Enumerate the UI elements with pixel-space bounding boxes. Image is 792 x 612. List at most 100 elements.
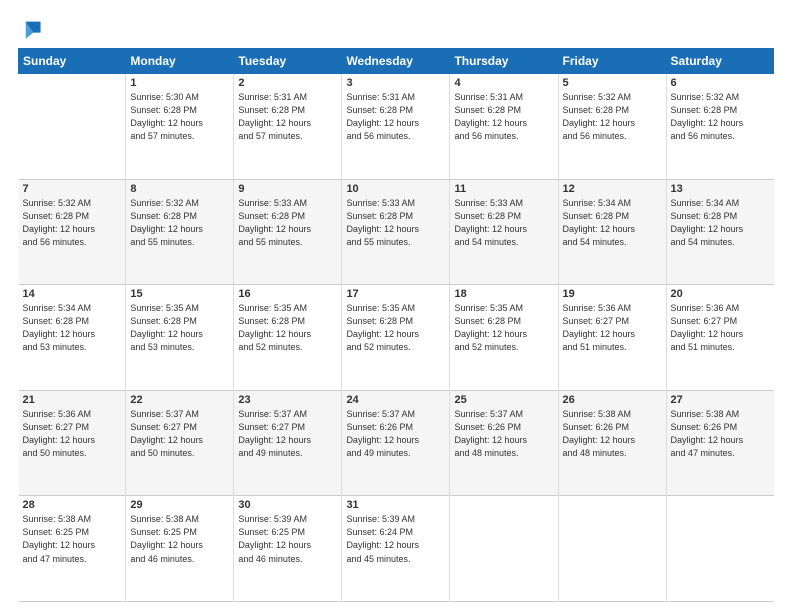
- calendar-cell: 16 Sunrise: 5:35 AMSunset: 6:28 PMDayligh…: [234, 285, 342, 391]
- day-info: Sunrise: 5:31 AMSunset: 6:28 PMDaylight:…: [238, 91, 337, 143]
- calendar-cell: 15 Sunrise: 5:35 AMSunset: 6:28 PMDayligh…: [126, 285, 234, 391]
- calendar-cell: 22 Sunrise: 5:37 AMSunset: 6:27 PMDayligh…: [126, 390, 234, 496]
- calendar-cell: 20Sunrise: 5:36 AMSunset: 6:27 PMDayligh…: [666, 285, 773, 391]
- day-number: 12: [563, 183, 662, 195]
- header-monday: Monday: [126, 49, 234, 74]
- calendar-cell: [666, 496, 773, 602]
- calendar-cell: 14Sunrise: 5:34 AMSunset: 6:28 PMDayligh…: [19, 285, 126, 391]
- day-number: 7: [23, 183, 122, 195]
- day-number: 27: [671, 394, 770, 406]
- day-info: Sunrise: 5:31 AMSunset: 6:28 PMDaylight:…: [454, 91, 553, 143]
- day-number: 18: [454, 288, 553, 300]
- day-number: 31: [346, 499, 445, 511]
- page-header: [18, 18, 774, 40]
- day-number: 2: [238, 77, 337, 89]
- calendar-week-3: 21 Sunrise: 5:36 AMSunset: 6:27 PMDayligh…: [19, 390, 774, 496]
- calendar-cell: 23Sunrise: 5:37 AMSunset: 6:27 PMDayligh…: [234, 390, 342, 496]
- day-info: Sunrise: 5:35 AMSunset: 6:28 PMDaylight:…: [238, 302, 337, 354]
- calendar-cell: 13 Sunrise: 5:34 AMSunset: 6:28 PMDayligh…: [666, 179, 773, 285]
- day-number: 11: [454, 183, 553, 195]
- calendar-cell: 26Sunrise: 5:38 AMSunset: 6:26 PMDayligh…: [558, 390, 666, 496]
- logo-icon: [20, 18, 42, 40]
- day-number: 22: [130, 394, 229, 406]
- day-info: Sunrise: 5:37 AMSunset: 6:26 PMDaylight:…: [454, 408, 553, 460]
- day-number: 21: [23, 394, 122, 406]
- calendar-cell: 6 Sunrise: 5:32 AMSunset: 6:28 PMDaylight…: [666, 74, 773, 180]
- calendar-cell: 25 Sunrise: 5:37 AMSunset: 6:26 PMDayligh…: [450, 390, 558, 496]
- day-info: Sunrise: 5:34 AMSunset: 6:28 PMDaylight:…: [563, 197, 662, 249]
- day-info: Sunrise: 5:39 AMSunset: 6:25 PMDaylight:…: [238, 513, 337, 565]
- calendar-week-4: 28Sunrise: 5:38 AMSunset: 6:25 PMDayligh…: [19, 496, 774, 602]
- day-number: 17: [346, 288, 445, 300]
- day-number: 6: [671, 77, 770, 89]
- day-number: 25: [454, 394, 553, 406]
- day-number: 5: [563, 77, 662, 89]
- calendar-cell: 17 Sunrise: 5:35 AMSunset: 6:28 PMDayligh…: [342, 285, 450, 391]
- calendar-header-row: SundayMondayTuesdayWednesdayThursdayFrid…: [19, 49, 774, 74]
- header-friday: Friday: [558, 49, 666, 74]
- day-info: Sunrise: 5:33 AMSunset: 6:28 PMDaylight:…: [238, 197, 337, 249]
- day-number: 16: [238, 288, 337, 300]
- calendar-cell: 1 Sunrise: 5:30 AMSunset: 6:28 PMDaylight…: [126, 74, 234, 180]
- day-info: Sunrise: 5:38 AMSunset: 6:26 PMDaylight:…: [671, 408, 770, 460]
- calendar-cell: 5 Sunrise: 5:32 AMSunset: 6:28 PMDaylight…: [558, 74, 666, 180]
- day-number: 29: [130, 499, 229, 511]
- header-thursday: Thursday: [450, 49, 558, 74]
- day-info: Sunrise: 5:36 AMSunset: 6:27 PMDaylight:…: [23, 408, 122, 460]
- calendar-week-1: 7 Sunrise: 5:32 AMSunset: 6:28 PMDaylight…: [19, 179, 774, 285]
- day-number: 8: [130, 183, 229, 195]
- calendar-cell: 12 Sunrise: 5:34 AMSunset: 6:28 PMDayligh…: [558, 179, 666, 285]
- calendar-cell: 21 Sunrise: 5:36 AMSunset: 6:27 PMDayligh…: [19, 390, 126, 496]
- day-info: Sunrise: 5:35 AMSunset: 6:28 PMDaylight:…: [130, 302, 229, 354]
- day-info: Sunrise: 5:35 AMSunset: 6:28 PMDaylight:…: [454, 302, 553, 354]
- header-tuesday: Tuesday: [234, 49, 342, 74]
- day-number: 4: [454, 77, 553, 89]
- day-number: 24: [346, 394, 445, 406]
- day-info: Sunrise: 5:30 AMSunset: 6:28 PMDaylight:…: [130, 91, 229, 143]
- day-info: Sunrise: 5:33 AMSunset: 6:28 PMDaylight:…: [346, 197, 445, 249]
- day-info: Sunrise: 5:32 AMSunset: 6:28 PMDaylight:…: [563, 91, 662, 143]
- day-number: 9: [238, 183, 337, 195]
- day-number: 13: [671, 183, 770, 195]
- calendar-cell: [19, 74, 126, 180]
- day-number: 1: [130, 77, 229, 89]
- calendar-cell: 19 Sunrise: 5:36 AMSunset: 6:27 PMDayligh…: [558, 285, 666, 391]
- day-info: Sunrise: 5:38 AMSunset: 6:25 PMDaylight:…: [130, 513, 229, 565]
- day-info: Sunrise: 5:32 AMSunset: 6:28 PMDaylight:…: [130, 197, 229, 249]
- calendar-cell: 3 Sunrise: 5:31 AMSunset: 6:28 PMDaylight…: [342, 74, 450, 180]
- calendar-cell: 9 Sunrise: 5:33 AMSunset: 6:28 PMDaylight…: [234, 179, 342, 285]
- calendar-cell: 4 Sunrise: 5:31 AMSunset: 6:28 PMDaylight…: [450, 74, 558, 180]
- calendar-cell: 28Sunrise: 5:38 AMSunset: 6:25 PMDayligh…: [19, 496, 126, 602]
- day-number: 3: [346, 77, 445, 89]
- logo: [18, 18, 44, 40]
- day-number: 19: [563, 288, 662, 300]
- header-saturday: Saturday: [666, 49, 773, 74]
- day-info: Sunrise: 5:33 AMSunset: 6:28 PMDaylight:…: [454, 197, 553, 249]
- day-number: 23: [238, 394, 337, 406]
- day-info: Sunrise: 5:39 AMSunset: 6:24 PMDaylight:…: [346, 513, 445, 565]
- header-wednesday: Wednesday: [342, 49, 450, 74]
- day-info: Sunrise: 5:31 AMSunset: 6:28 PMDaylight:…: [346, 91, 445, 143]
- calendar-cell: 8 Sunrise: 5:32 AMSunset: 6:28 PMDaylight…: [126, 179, 234, 285]
- day-info: Sunrise: 5:32 AMSunset: 6:28 PMDaylight:…: [671, 91, 770, 143]
- calendar-cell: 10 Sunrise: 5:33 AMSunset: 6:28 PMDayligh…: [342, 179, 450, 285]
- calendar-cell: 2 Sunrise: 5:31 AMSunset: 6:28 PMDaylight…: [234, 74, 342, 180]
- day-info: Sunrise: 5:37 AMSunset: 6:27 PMDaylight:…: [130, 408, 229, 460]
- day-number: 14: [23, 288, 122, 300]
- day-info: Sunrise: 5:38 AMSunset: 6:25 PMDaylight:…: [23, 513, 122, 565]
- calendar-cell: 18 Sunrise: 5:35 AMSunset: 6:28 PMDayligh…: [450, 285, 558, 391]
- day-number: 15: [130, 288, 229, 300]
- calendar-table: SundayMondayTuesdayWednesdayThursdayFrid…: [18, 48, 774, 602]
- calendar-cell: 29 Sunrise: 5:38 AMSunset: 6:25 PMDayligh…: [126, 496, 234, 602]
- calendar-week-0: 1 Sunrise: 5:30 AMSunset: 6:28 PMDaylight…: [19, 74, 774, 180]
- calendar-cell: [450, 496, 558, 602]
- day-info: Sunrise: 5:32 AMSunset: 6:28 PMDaylight:…: [23, 197, 122, 249]
- day-info: Sunrise: 5:38 AMSunset: 6:26 PMDaylight:…: [563, 408, 662, 460]
- day-info: Sunrise: 5:36 AMSunset: 6:27 PMDaylight:…: [563, 302, 662, 354]
- calendar-cell: 24 Sunrise: 5:37 AMSunset: 6:26 PMDayligh…: [342, 390, 450, 496]
- day-info: Sunrise: 5:35 AMSunset: 6:28 PMDaylight:…: [346, 302, 445, 354]
- day-info: Sunrise: 5:34 AMSunset: 6:28 PMDaylight:…: [671, 197, 770, 249]
- calendar-cell: 30Sunrise: 5:39 AMSunset: 6:25 PMDayligh…: [234, 496, 342, 602]
- day-info: Sunrise: 5:37 AMSunset: 6:26 PMDaylight:…: [346, 408, 445, 460]
- day-number: 10: [346, 183, 445, 195]
